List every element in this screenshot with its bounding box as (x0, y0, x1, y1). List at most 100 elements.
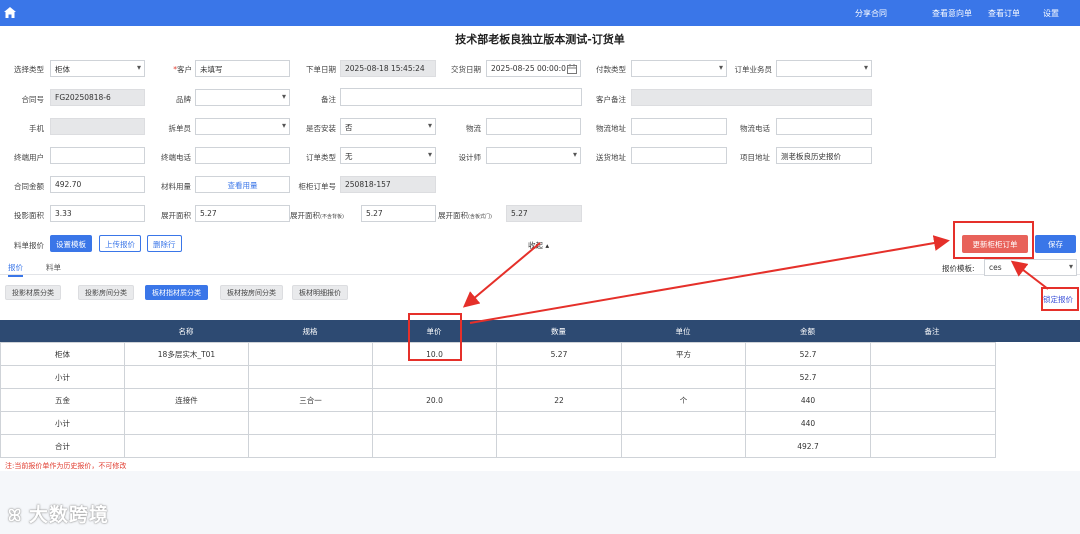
unfold-area3-field: 5.27 (506, 205, 582, 222)
select-type-label: 选择类型 (14, 65, 44, 74)
select-type-select[interactable]: 柜体 (50, 60, 145, 77)
calendar-icon[interactable] (567, 64, 577, 74)
upload-quote-button[interactable]: 上传报价 (99, 235, 141, 252)
contract-no-field: FG20250818-6 (50, 89, 145, 106)
table-cell (372, 434, 497, 458)
contract-amount-field[interactable]: 492.70 (50, 176, 145, 193)
designer-select[interactable] (486, 147, 581, 164)
quote-template-label: 报价模板: (942, 264, 975, 273)
end-phone-field[interactable] (195, 147, 290, 164)
table-cell (372, 411, 497, 435)
end-user-field[interactable] (50, 147, 145, 164)
quote-table: 柜体 18多层实木_T01 10.0 5.27 平方 52.7 小计 52.7 … (0, 342, 996, 458)
table-cell[interactable]: 18多层实木_T01 (124, 342, 249, 366)
cat-tab-proj-room[interactable]: 投影房间分类 (78, 285, 134, 300)
table-cell[interactable]: 三合一 (248, 388, 373, 412)
phone-label: 手机 (29, 124, 44, 133)
customer-remark-field (631, 89, 872, 106)
unfold-area2-sublabel: (不含背板) (320, 214, 344, 220)
table-cell[interactable] (870, 388, 996, 412)
table-cell[interactable] (870, 342, 996, 366)
cat-tab-board-room[interactable]: 板材按房间分类 (220, 285, 283, 300)
table-cell: 440 (745, 411, 871, 435)
logistics-field[interactable] (486, 118, 581, 135)
collapse-toggle[interactable]: 收起 ▴ (528, 240, 549, 251)
table-cell (870, 365, 996, 389)
order-date-label: 下单日期 (306, 65, 336, 74)
table-cell (496, 434, 622, 458)
cat-tab-board-material[interactable]: 板材指材质分类 (145, 285, 208, 300)
unfold-area2-label: 展开面积(不含背板) (290, 210, 358, 221)
splitter-select[interactable] (195, 118, 290, 135)
table-cell: 52.7 (745, 365, 871, 389)
footer-area (0, 471, 1080, 534)
install-label: 是否安装 (306, 124, 336, 133)
payment-type-select[interactable] (631, 60, 727, 77)
view-material-link[interactable]: 查看用量 (195, 176, 290, 193)
remark-label: 备注 (321, 95, 336, 104)
material-label: 材料用量 (161, 182, 191, 191)
project-addr-field[interactable]: 测老板良历史报价 (776, 147, 872, 164)
watermark: ꕤ 大数跨境 (8, 500, 109, 527)
unfold-area2-field[interactable]: 5.27 (361, 205, 436, 222)
nav-settings[interactable]: 设置 (1043, 8, 1059, 19)
brand-select[interactable] (195, 89, 290, 106)
col-header-amount: 金额 (800, 327, 815, 336)
table-cell[interactable]: 连接件 (124, 388, 249, 412)
logistics-phone-label: 物流电话 (740, 124, 770, 133)
table-cell: 小计 (0, 411, 125, 435)
end-phone-label: 终端电话 (161, 153, 191, 162)
table-row: 小计 440 (0, 411, 996, 435)
tab-quote[interactable]: 报价 (8, 262, 23, 277)
table-cell (870, 434, 996, 458)
table-row: 五金 连接件 三合一 20.0 22 个 440 (0, 388, 996, 412)
delivery-date-label: 交货日期 (451, 65, 481, 74)
tab-material-list[interactable]: 料单 (46, 262, 61, 273)
salesperson-select[interactable] (776, 60, 872, 77)
arrow-to-update-button (469, 235, 950, 324)
delivery-addr-label: 送货地址 (596, 153, 626, 162)
proj-area-field[interactable]: 3.33 (50, 205, 145, 222)
table-cell[interactable]: 22 (496, 388, 622, 412)
quote-template-select[interactable]: ces (984, 259, 1077, 276)
table-cell (372, 365, 497, 389)
customer-field[interactable]: 未填写 (195, 60, 290, 77)
payment-type-label: 付款类型 (596, 65, 626, 74)
logistics-label: 物流 (466, 124, 481, 133)
install-select[interactable]: 否 (340, 118, 436, 135)
logistics-phone-field[interactable] (776, 118, 872, 135)
nav-view-orders[interactable]: 查看订单 (988, 8, 1020, 19)
top-nav: 分享合同 查看意向单 查看订单 设置 (0, 0, 1080, 26)
table-cell: 492.7 (745, 434, 871, 458)
col-header-unit: 单位 (675, 327, 691, 336)
table-cell (621, 411, 746, 435)
phone-field (50, 118, 145, 135)
quote-tabs: 报价 料单 报价模板: (0, 259, 1080, 277)
unfold-area3-sublabel: (含板式门) (468, 214, 492, 220)
cat-tab-proj-material[interactable]: 投影材质分类 (5, 285, 61, 300)
table-cell[interactable]: 20.0 (372, 388, 497, 412)
table-row: 柜体 18多层实木_T01 10.0 5.27 平方 52.7 (0, 342, 996, 366)
delete-row-button[interactable]: 删除行 (147, 235, 182, 252)
delivery-addr-field[interactable] (631, 147, 727, 164)
nav-share-contract[interactable]: 分享合同 (855, 8, 887, 19)
table-cell[interactable]: 平方 (621, 342, 746, 366)
home-icon[interactable] (4, 7, 16, 18)
save-button[interactable]: 保存 (1035, 235, 1076, 253)
table-cell[interactable]: 5.27 (496, 342, 622, 366)
nav-view-intent[interactable]: 查看意向单 (932, 8, 972, 19)
table-cell (124, 411, 249, 435)
unfold-area-field[interactable]: 5.27 (195, 205, 290, 222)
watermark-text: 大数跨境 (28, 504, 109, 526)
table-cell[interactable] (248, 342, 373, 366)
logistics-addr-field[interactable] (631, 118, 727, 135)
logistics-addr-label: 物流地址 (596, 124, 626, 133)
unfold-area3-label-text: 展开面积 (438, 211, 468, 220)
set-template-button[interactable]: 设置模板 (50, 235, 92, 252)
order-type-select[interactable]: 无 (340, 147, 436, 164)
cat-tab-board-detail[interactable]: 板材明细报价 (292, 285, 348, 300)
table-cell (124, 434, 249, 458)
unfold-area-label: 展开面积 (161, 211, 191, 220)
table-cell[interactable]: 个 (621, 388, 746, 412)
remark-textarea[interactable] (340, 88, 582, 106)
